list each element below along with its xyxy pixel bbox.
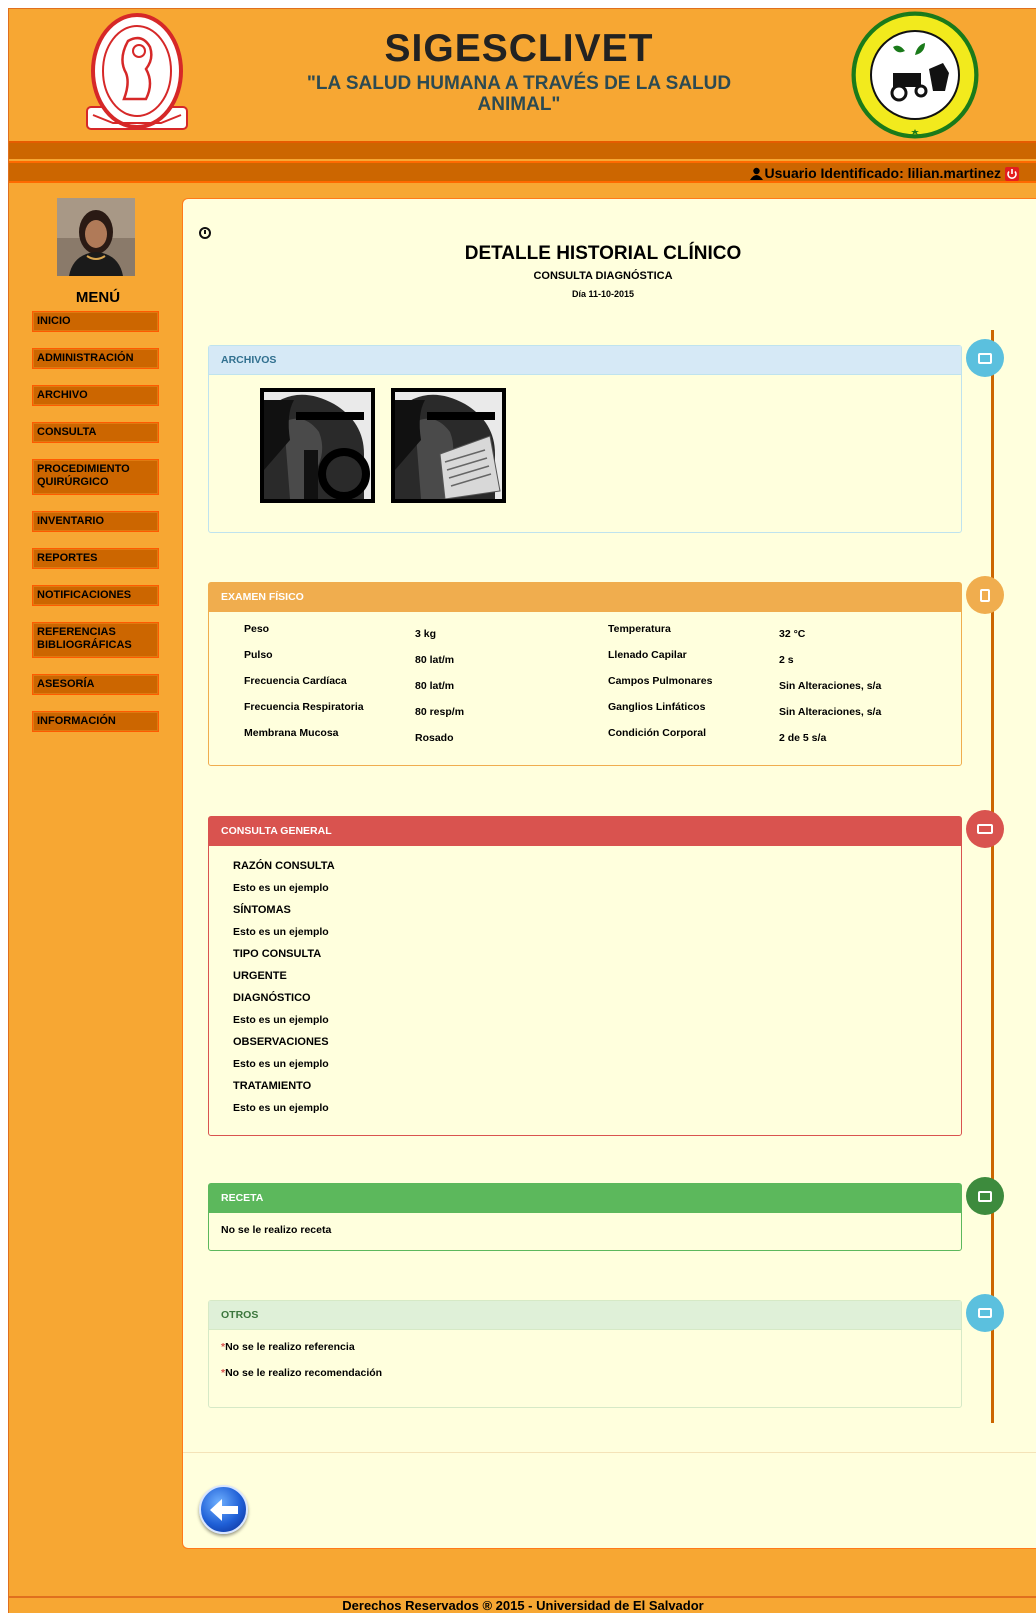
sidebar-item-inicio[interactable]: INICIO (32, 311, 159, 332)
examen-row: Membrana Mucosa Rosado Condición Corpora… (244, 727, 944, 747)
user-icon (749, 167, 763, 180)
sidebar-item-administracion[interactable]: ADMINISTRACIÓN (32, 348, 159, 369)
consulta-list: RAZÓN CONSULTA Esto es un ejemplo SÍNTOM… (233, 860, 335, 1124)
timeline-line (991, 330, 994, 1423)
examen-value: 2 s (779, 654, 794, 666)
examen-label: Temperatura (608, 623, 671, 635)
sidebar-item-informacion[interactable]: INFORMACIÓN (32, 711, 159, 732)
examen-value: 80 lat/m (415, 680, 455, 692)
examen-label: Frecuencia Cardíaca (244, 675, 347, 687)
page-title: DETALLE HISTORIAL CLÍNICO (464, 243, 742, 264)
medkit-icon (966, 1177, 1004, 1215)
archivos-panel: ARCHIVOS (208, 345, 962, 533)
examen-fisico-panel: EXAMEN FÍSICO Peso 3 kg Temperatura 32 °… (208, 582, 962, 766)
sidebar-item-archivo[interactable]: ARCHIVO (32, 385, 159, 406)
file-thumbnail[interactable] (391, 388, 506, 503)
user-label: Usuario Identificado: lilian.martinez (764, 165, 1001, 181)
sidebar-item-asesoria[interactable]: ASESORÍA (32, 674, 159, 695)
avatar (57, 198, 135, 276)
examen-heading: EXAMEN FÍSICO (209, 583, 961, 612)
examen-row: Frecuencia Cardíaca 80 lat/m Campos Pulm… (244, 675, 944, 695)
sidebar-menu: INICIO ADMINISTRACIÓN ARCHIVO CONSULTA P… (32, 311, 159, 748)
app-motto: "LA SALUD HUMANA A TRAVÉS DE LA SALUD AN… (306, 73, 732, 115)
razon-consulta-value: Esto es un ejemplo (233, 882, 329, 894)
logout-icon[interactable] (1005, 167, 1019, 181)
user-bar: Usuario Identificado: lilian.martinez (9, 161, 1036, 183)
examen-value: Sin Alteraciones, s/a (779, 706, 882, 718)
consulta-heading: CONSULTA GENERAL (209, 817, 961, 846)
examen-label: Condición Corporal (608, 727, 706, 739)
examen-row: Pulso 80 lat/m Llenado Capilar 2 s (244, 649, 944, 669)
examen-label: Peso (244, 623, 270, 635)
examen-value: 80 lat/m (415, 654, 455, 666)
observaciones-value: Esto es un ejemplo (233, 1058, 329, 1070)
sidebar-item-procedimiento-quirurgico[interactable]: PROCEDIMIENTO QUIRÚRGICO (32, 459, 159, 495)
examen-row: Frecuencia Respiratoria 80 resp/m Gangli… (244, 701, 944, 721)
receta-panel: RECETA No se le realizo receta (208, 1183, 962, 1251)
sintomas-label: SÍNTOMAS (233, 904, 291, 916)
razon-consulta-label: RAZÓN CONSULTA (233, 860, 335, 872)
faculty-seal-logo (851, 11, 979, 139)
otros-referencia: No se le realizo referencia (225, 1341, 355, 1353)
top-nav-bar (9, 141, 1036, 159)
arrow-left-icon (210, 1499, 238, 1521)
file-thumbnail[interactable] (260, 388, 375, 503)
tipo-consulta-label: TIPO CONSULTA (233, 948, 322, 960)
examen-label: Pulso (244, 649, 273, 661)
diagnostico-label: DIAGNÓSTICO (233, 992, 311, 1004)
folder-icon (966, 1294, 1004, 1332)
header: SIGESCLIVET "LA SALUD HUMANA A TRAVÉS DE… (9, 9, 1036, 139)
examen-value: 3 kg (415, 628, 437, 640)
otros-heading: OTROS (209, 1301, 961, 1330)
diagnostico-value: Esto es un ejemplo (233, 1014, 329, 1026)
consulta-general-panel: CONSULTA GENERAL RAZÓN CONSULTA Esto es … (208, 816, 962, 1136)
tratamiento-value: Esto es un ejemplo (233, 1102, 329, 1114)
clipboard-icon (966, 576, 1004, 614)
examen-value: Sin Alteraciones, s/a (779, 680, 882, 692)
examen-label: Membrana Mucosa (244, 727, 339, 739)
clock-icon (199, 227, 211, 239)
sidebar-item-notificaciones[interactable]: NOTIFICACIONES (32, 585, 159, 606)
tratamiento-label: TRATAMIENTO (233, 1080, 312, 1092)
sintomas-value: Esto es un ejemplo (233, 926, 329, 938)
picture-icon (966, 339, 1004, 377)
page-frame: SIGESCLIVET "LA SALUD HUMANA A TRAVÉS DE… (8, 8, 1036, 1613)
observaciones-label: OBSERVACIONES (233, 1036, 329, 1048)
examen-value: 80 resp/m (415, 706, 465, 718)
examen-label: Campos Pulmonares (608, 675, 713, 687)
menu-title: MENÚ (75, 289, 121, 306)
sidebar-item-reportes[interactable]: REPORTES (32, 548, 159, 569)
receta-heading: RECETA (209, 1184, 961, 1213)
examen-value: 32 °C (779, 628, 806, 640)
examen-label: Frecuencia Respiratoria (244, 701, 364, 713)
examen-value: Rosado (415, 732, 454, 744)
archivos-heading: ARCHIVOS (209, 346, 961, 375)
sidebar-item-inventario[interactable]: INVENTARIO (32, 511, 159, 532)
back-button[interactable] (199, 1485, 248, 1534)
app-title: SIGESCLIVET (384, 27, 654, 70)
examen-label: Llenado Capilar (608, 649, 687, 661)
main-content: DETALLE HISTORIAL CLÍNICO CONSULTA DIAGN… (182, 198, 1036, 1549)
examen-value: 2 de 5 s/a (779, 732, 827, 744)
user-info: Usuario Identificado: lilian.martinez (749, 165, 1019, 181)
sidebar-item-consulta[interactable]: CONSULTA (32, 422, 159, 443)
examen-label: Ganglios Linfáticos (608, 701, 706, 713)
receta-text: No se le realizo receta (221, 1224, 332, 1236)
ambulance-icon (966, 810, 1004, 848)
otros-line: *No se le realizo referencia (209, 1341, 961, 1353)
otros-panel: OTROS *No se le realizo referencia *No s… (208, 1300, 962, 1408)
otros-line: *No se le realizo recomendación (209, 1367, 961, 1379)
footer-text: Derechos Reservados ® 2015 - Universidad… (342, 1598, 704, 1613)
page-date: Día 11-10-2015 (571, 289, 635, 299)
page-subtitle: CONSULTA DIAGNÓSTICA (533, 270, 673, 282)
tipo-consulta-value: URGENTE (233, 970, 287, 982)
content-divider (183, 1452, 1036, 1453)
sidebar-item-referencias-bibliograficas[interactable]: REFERENCIAS BIBLIOGRÁFICAS (32, 622, 159, 658)
university-seal-logo (86, 13, 188, 130)
examen-row: Peso 3 kg Temperatura 32 °C (244, 623, 944, 643)
otros-recomendacion: No se le realizo recomendación (225, 1367, 383, 1379)
